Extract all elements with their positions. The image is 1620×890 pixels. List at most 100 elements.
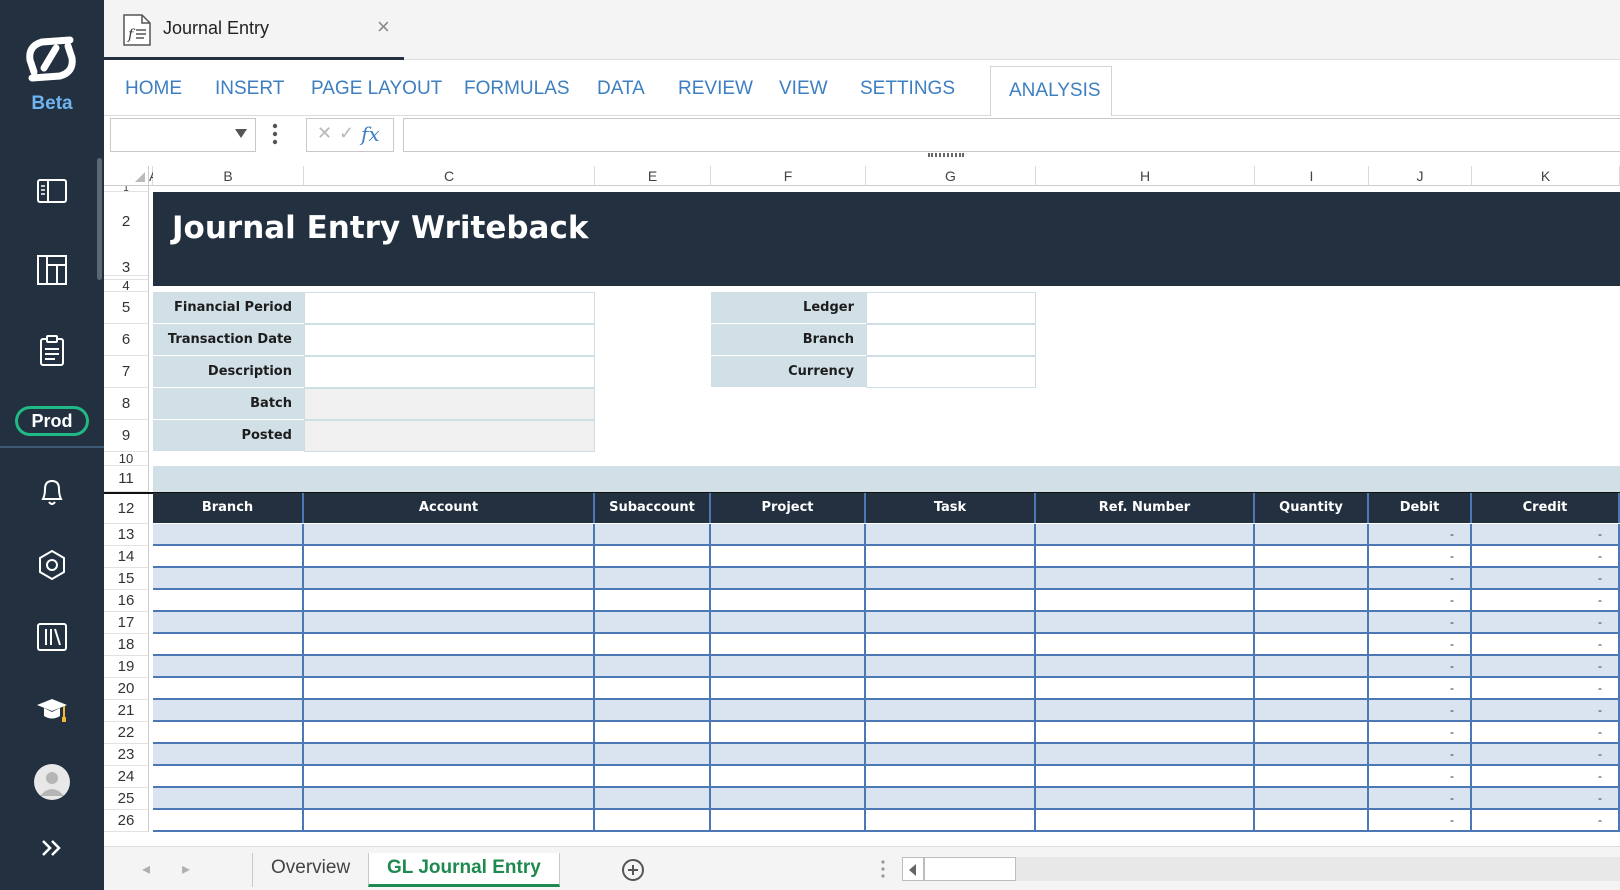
scrollbar-thumb[interactable] — [924, 857, 1016, 881]
resize-handle[interactable] — [928, 153, 964, 157]
table-cell[interactable] — [1255, 612, 1369, 632]
table-cell[interactable]: - — [1369, 766, 1472, 786]
insert-function-icon[interactable]: fx — [361, 122, 380, 146]
spreadsheet-grid[interactable]: A B C E F G H I J K 1 2 3 4 5 6 7 8 9 10… — [104, 166, 1620, 836]
row-header[interactable]: 24 — [104, 766, 149, 788]
table-cell[interactable]: - — [1472, 612, 1620, 632]
table-cell[interactable] — [595, 678, 711, 698]
table-cell[interactable] — [153, 722, 304, 742]
table-cell[interactable] — [304, 766, 595, 786]
table-cell[interactable] — [595, 744, 711, 764]
table-header-debit[interactable]: Debit — [1369, 493, 1472, 523]
table-cell[interactable] — [1255, 766, 1369, 786]
tab-home[interactable]: HOME — [125, 78, 182, 100]
table-cell[interactable] — [595, 766, 711, 786]
table-cell[interactable] — [153, 678, 304, 698]
table-cell[interactable]: - — [1472, 810, 1620, 830]
table-cell[interactable] — [866, 568, 1036, 588]
branch-field[interactable] — [866, 324, 1036, 356]
horizontal-scrollbar[interactable] — [902, 857, 1620, 881]
column-header-j[interactable]: J — [1369, 166, 1472, 186]
table-row[interactable]: -- — [153, 766, 1620, 788]
table-cell[interactable] — [1255, 678, 1369, 698]
table-row[interactable]: -- — [153, 744, 1620, 766]
table-cell[interactable] — [595, 524, 711, 544]
table-cell[interactable] — [595, 656, 711, 676]
table-cell[interactable] — [866, 766, 1036, 786]
table-cell[interactable]: - — [1369, 700, 1472, 720]
table-cell[interactable] — [304, 722, 595, 742]
table-cell[interactable] — [866, 656, 1036, 676]
formula-input[interactable] — [403, 118, 1620, 152]
enter-icon[interactable]: ✓ — [339, 123, 354, 144]
table-cell[interactable] — [711, 810, 866, 830]
table-cell[interactable]: - — [1472, 722, 1620, 742]
column-header-e[interactable]: E — [595, 166, 711, 186]
table-cell[interactable] — [866, 700, 1036, 720]
sheet-tab-gl-journal-entry[interactable]: GL Journal Entry — [368, 853, 560, 887]
table-cell[interactable] — [866, 678, 1036, 698]
tab-insert[interactable]: INSERT — [215, 78, 284, 100]
row-header[interactable]: 18 — [104, 634, 149, 656]
tab-page-layout[interactable]: PAGE LAYOUT — [311, 78, 442, 100]
table-cell[interactable]: - — [1472, 678, 1620, 698]
table-cell[interactable]: - — [1369, 656, 1472, 676]
table-cell[interactable] — [1036, 788, 1255, 808]
more-vertical-icon[interactable] — [272, 122, 278, 146]
table-cell[interactable] — [1036, 612, 1255, 632]
row-header[interactable]: 22 — [104, 722, 149, 744]
table-cell[interactable] — [711, 568, 866, 588]
column-header-k[interactable]: K — [1472, 166, 1620, 186]
table-cell[interactable] — [153, 656, 304, 676]
table-cell[interactable] — [595, 612, 711, 632]
table-cell[interactable] — [1255, 788, 1369, 808]
table-cell[interactable] — [304, 634, 595, 654]
table-cell[interactable] — [711, 656, 866, 676]
table-cell[interactable] — [153, 524, 304, 544]
row-header[interactable]: 3 — [104, 256, 149, 280]
table-cell[interactable] — [1036, 656, 1255, 676]
sidebar-item-tasks[interactable] — [32, 330, 72, 370]
tab-formulas[interactable]: FORMULAS — [464, 78, 570, 100]
tab-data[interactable]: DATA — [597, 78, 645, 100]
row-header[interactable]: 6 — [104, 324, 149, 356]
sidebar-item-panels[interactable] — [32, 171, 72, 211]
table-cell[interactable] — [304, 678, 595, 698]
table-cell[interactable] — [595, 590, 711, 610]
tab-settings[interactable]: SETTINGS — [860, 78, 955, 100]
row-header[interactable]: 26 — [104, 810, 149, 832]
table-cell[interactable] — [595, 722, 711, 742]
table-cell[interactable]: - — [1472, 700, 1620, 720]
table-cell[interactable]: - — [1472, 766, 1620, 786]
table-cell[interactable] — [153, 590, 304, 610]
ledger-field[interactable] — [866, 292, 1036, 324]
table-cell[interactable] — [595, 700, 711, 720]
transaction-date-field[interactable] — [304, 324, 595, 356]
table-cell[interactable] — [595, 810, 711, 830]
table-cell[interactable] — [1255, 546, 1369, 566]
row-header[interactable]: 19 — [104, 656, 149, 678]
table-cell[interactable]: - — [1369, 722, 1472, 742]
currency-field[interactable] — [866, 356, 1036, 388]
posted-field[interactable] — [304, 420, 595, 452]
batch-field[interactable] — [304, 388, 595, 420]
row-header[interactable]: 8 — [104, 388, 149, 420]
tab-review[interactable]: REVIEW — [678, 78, 753, 100]
brand-logo-icon[interactable] — [20, 36, 82, 82]
table-cell[interactable]: - — [1369, 590, 1472, 610]
table-cell[interactable]: - — [1369, 524, 1472, 544]
table-row[interactable]: -- — [153, 634, 1620, 656]
scroll-left-icon[interactable] — [902, 857, 924, 881]
table-cell[interactable] — [595, 788, 711, 808]
table-cell[interactable] — [153, 546, 304, 566]
table-header-account[interactable]: Account — [304, 493, 595, 523]
table-cell[interactable] — [711, 766, 866, 786]
table-cell[interactable] — [1255, 656, 1369, 676]
row-header[interactable]: 16 — [104, 590, 149, 612]
table-cell[interactable] — [304, 524, 595, 544]
sidebar-item-learning[interactable] — [32, 690, 72, 730]
workspace-badge[interactable]: Prod — [15, 406, 89, 436]
table-row[interactable]: -- — [153, 590, 1620, 612]
table-cell[interactable] — [866, 788, 1036, 808]
column-header-b[interactable]: B — [153, 166, 304, 186]
